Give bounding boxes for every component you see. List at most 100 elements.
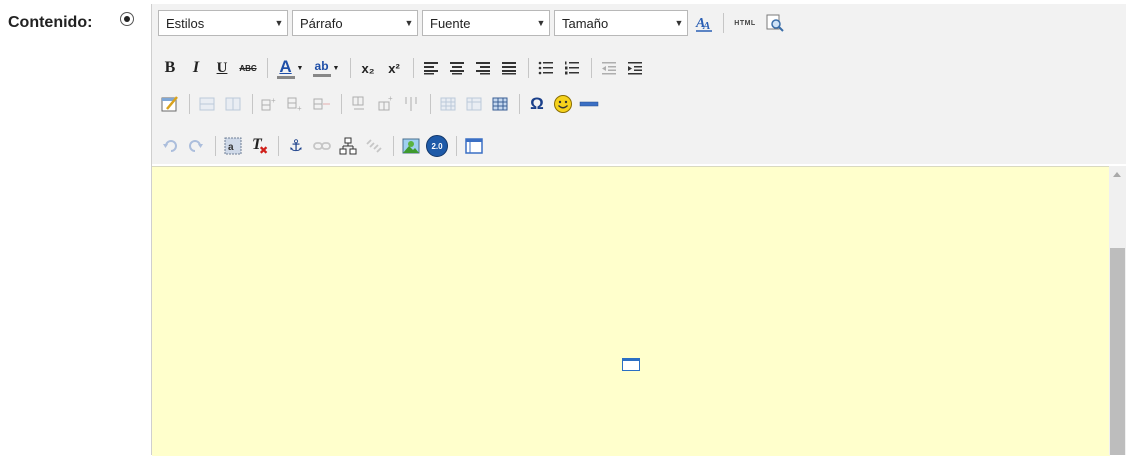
insert-col-after-button[interactable]: + xyxy=(373,92,397,116)
italic-button[interactable]: I xyxy=(184,56,208,80)
subscript-label: x₂ xyxy=(361,60,375,76)
styles-combo[interactable]: Estilos xyxy=(158,10,288,36)
bold-button[interactable]: B xyxy=(158,56,182,80)
chevron-down-icon: ▼ xyxy=(296,64,304,72)
font-combo[interactable]: Fuente xyxy=(422,10,550,36)
bulleted-list-button[interactable] xyxy=(534,56,558,80)
toolbar-row-3: + + + Ω xyxy=(158,90,603,118)
special-char-button[interactable]: Ω xyxy=(525,92,549,116)
insert-row-before-button[interactable]: + xyxy=(258,92,282,116)
superscript-label: x² xyxy=(388,60,400,76)
undo-icon xyxy=(163,140,177,152)
merge-cells-button[interactable] xyxy=(195,92,219,116)
unlink-button[interactable] xyxy=(362,134,386,158)
indent-icon xyxy=(628,62,642,75)
emoticon-button[interactable] xyxy=(551,92,575,116)
align-justify-button[interactable] xyxy=(497,56,521,80)
size-combo[interactable]: Tamaño xyxy=(554,10,688,36)
redo-icon xyxy=(189,140,203,152)
col-insert-icon: + xyxy=(378,96,393,111)
align-right-button[interactable] xyxy=(471,56,495,80)
editor-scrollbar[interactable] xyxy=(1109,166,1126,455)
editor-content-area[interactable] xyxy=(152,166,1110,456)
select-all-icon: a xyxy=(224,137,242,155)
format-combo[interactable]: Párrafo xyxy=(292,10,418,36)
template-icon xyxy=(465,138,483,154)
font-style-icon: A A xyxy=(695,16,712,32)
bold-label: B xyxy=(164,59,176,76)
color-bar xyxy=(312,73,331,77)
remove-format-button[interactable]: T ✖ xyxy=(247,134,271,158)
html-source-button[interactable]: HTML xyxy=(729,11,761,35)
chevron-down-icon xyxy=(533,11,549,35)
outdent-button[interactable] xyxy=(597,56,621,80)
format-combo-label: Párrafo xyxy=(300,15,343,31)
strikethrough-button[interactable]: ABC xyxy=(236,56,260,80)
italic-label: I xyxy=(192,59,200,76)
html-source-label: HTML xyxy=(734,19,756,27)
table-cell-icon xyxy=(225,97,241,111)
table-insert-icon xyxy=(492,97,508,111)
font-combo-label: Fuente xyxy=(430,15,471,31)
web2-button[interactable]: 2.0 xyxy=(425,134,449,158)
remove-format-icon: T ✖ xyxy=(250,136,268,157)
underline-label: U xyxy=(216,59,228,76)
background-color-button[interactable]: ab ▼ xyxy=(309,56,343,80)
undo-button[interactable] xyxy=(158,134,182,158)
insert-row-after-button[interactable]: + xyxy=(284,92,308,116)
underline-button[interactable]: U xyxy=(210,56,234,80)
text-color-label: A xyxy=(279,56,292,76)
align-center-button[interactable] xyxy=(445,56,469,80)
content-field-label: Contenido: xyxy=(8,14,93,31)
unlink-icon xyxy=(366,139,382,153)
table-cell-icon xyxy=(199,97,215,111)
split-cells-button[interactable] xyxy=(221,92,245,116)
align-left-button[interactable] xyxy=(419,56,443,80)
scroll-up-arrow-icon[interactable] xyxy=(1113,172,1121,177)
content-radio[interactable] xyxy=(120,12,134,26)
indent-button[interactable] xyxy=(623,56,647,80)
anchor-button[interactable]: ⚓ xyxy=(284,134,308,158)
toolbar-separator xyxy=(723,13,724,33)
redo-button[interactable] xyxy=(184,134,208,158)
color-bar xyxy=(276,75,295,79)
table-properties-button[interactable] xyxy=(158,92,182,116)
toolbar-separator xyxy=(393,136,394,156)
insert-image-button[interactable] xyxy=(399,134,423,158)
sitemap-button[interactable] xyxy=(336,134,360,158)
omega-label: Ω xyxy=(530,94,544,113)
bg-color-icon: ab xyxy=(312,60,331,77)
insert-table-button[interactable] xyxy=(488,92,512,116)
placeholder-window-icon xyxy=(622,358,640,371)
superscript-button[interactable]: x² xyxy=(382,56,406,80)
link-button[interactable] xyxy=(310,134,334,158)
editor-toolbar: Estilos Párrafo Fuente Tamaño A A xyxy=(152,4,1126,164)
table-cell-props-button[interactable] xyxy=(462,92,486,116)
numbered-list-button[interactable] xyxy=(560,56,584,80)
styles-preview-button[interactable]: A A xyxy=(692,11,716,35)
text-color-button[interactable]: A ▼ xyxy=(273,56,307,80)
svg-text:+: + xyxy=(297,104,302,112)
horizontal-rule-button[interactable] xyxy=(577,92,601,116)
preview-button[interactable] xyxy=(763,11,787,35)
insert-col-before-button[interactable] xyxy=(347,92,371,116)
size-combo-label: Tamaño xyxy=(562,15,609,31)
preview-magnifier-icon xyxy=(766,14,784,32)
version-badge-label: 2.0 xyxy=(431,141,443,151)
delete-col-button[interactable] xyxy=(399,92,423,116)
template-button[interactable] xyxy=(462,134,486,158)
toolbar-separator xyxy=(519,94,520,114)
horizontal-rule-icon xyxy=(579,101,599,107)
subscript-button[interactable]: x₂ xyxy=(356,56,380,80)
delete-row-button[interactable] xyxy=(310,92,334,116)
scrollbar-thumb[interactable] xyxy=(1110,248,1125,455)
anchor-icon: ⚓ xyxy=(288,138,304,155)
select-all-button[interactable]: a xyxy=(221,134,245,158)
bullet-list-icon xyxy=(538,61,553,75)
rich-text-editor: Estilos Párrafo Fuente Tamaño A A xyxy=(151,4,1126,456)
image-icon xyxy=(402,138,420,154)
row-insert-icon: + xyxy=(261,96,276,111)
table-row-props-button[interactable] xyxy=(436,92,460,116)
smiley-icon xyxy=(554,95,572,113)
chevron-down-icon xyxy=(401,11,417,35)
